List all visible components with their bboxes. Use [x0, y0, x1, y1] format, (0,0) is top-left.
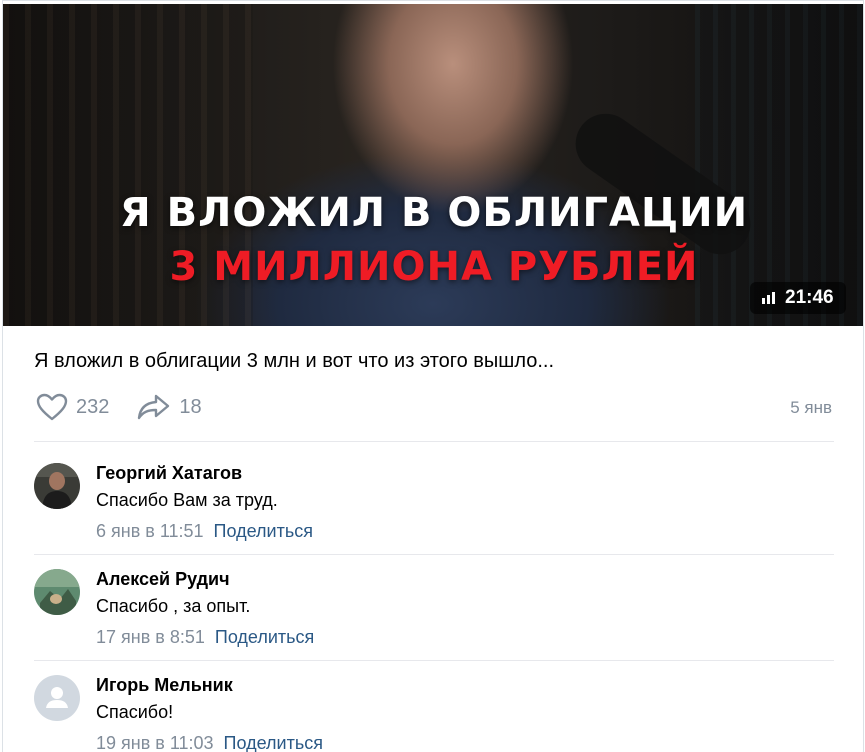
comment-text: Спасибо! — [96, 702, 174, 722]
comment-time[interactable]: 6 янв в 11:51 — [96, 521, 204, 541]
comment-text: Спасибо , за опыт. — [96, 596, 251, 616]
comment-meta: 6 янв в 11:51 Поделиться — [96, 521, 313, 542]
comment-meta: 19 янв в 11:03 Поделиться — [96, 733, 323, 752]
video-duration: 21:46 — [785, 287, 834, 308]
divider — [34, 441, 834, 442]
thumbnail-headline-line1: Я ВЛОЖИЛ В ОБЛИГАЦИИ — [119, 190, 749, 236]
comment-share-link[interactable]: Поделиться — [224, 733, 323, 752]
share-arrow-icon — [138, 394, 170, 420]
default-avatar-icon[interactable] — [34, 675, 80, 721]
divider — [34, 554, 834, 555]
like-button[interactable]: 232 — [36, 393, 109, 421]
divider — [34, 660, 834, 661]
video-thumbnail[interactable]: Я ВЛОЖИЛ В ОБЛИГАЦИИ 3 МИЛЛИОНА РУБЛЕЙ 2… — [3, 4, 863, 326]
heart-icon — [36, 393, 68, 421]
comment-share-link[interactable]: Поделиться — [215, 627, 314, 647]
comment-text: Спасибо Вам за труд. — [96, 490, 278, 510]
comment-author[interactable]: Игорь Мельник — [96, 675, 233, 696]
post-date[interactable]: 5 янв — [790, 398, 832, 418]
video-duration-badge: 21:46 — [750, 282, 846, 314]
comment-share-link[interactable]: Поделиться — [214, 521, 313, 541]
comment-time[interactable]: 19 янв в 11:03 — [96, 733, 214, 752]
signal-bars-icon — [762, 292, 775, 304]
like-count: 232 — [76, 395, 110, 418]
thumbnail-headline-line2: 3 МИЛЛИОНА РУБЛЕЙ — [169, 244, 699, 290]
video-title[interactable]: Я вложил в облигации 3 млн и вот что из … — [34, 350, 554, 373]
post-actions: 232 18 — [36, 393, 230, 421]
comment-author[interactable]: Георгий Хатагов — [96, 463, 242, 484]
avatar[interactable] — [34, 463, 80, 509]
comment-author[interactable]: Алексей Рудич — [96, 569, 230, 590]
comment-meta: 17 янв в 8:51 Поделиться — [96, 627, 314, 648]
share-button[interactable]: 18 — [137, 393, 202, 421]
video-post-card: Я ВЛОЖИЛ В ОБЛИГАЦИИ 3 МИЛЛИОНА РУБЛЕЙ 2… — [2, 0, 864, 752]
avatar[interactable] — [34, 569, 80, 615]
share-count: 18 — [179, 395, 202, 418]
comment-time[interactable]: 17 янв в 8:51 — [96, 627, 205, 647]
